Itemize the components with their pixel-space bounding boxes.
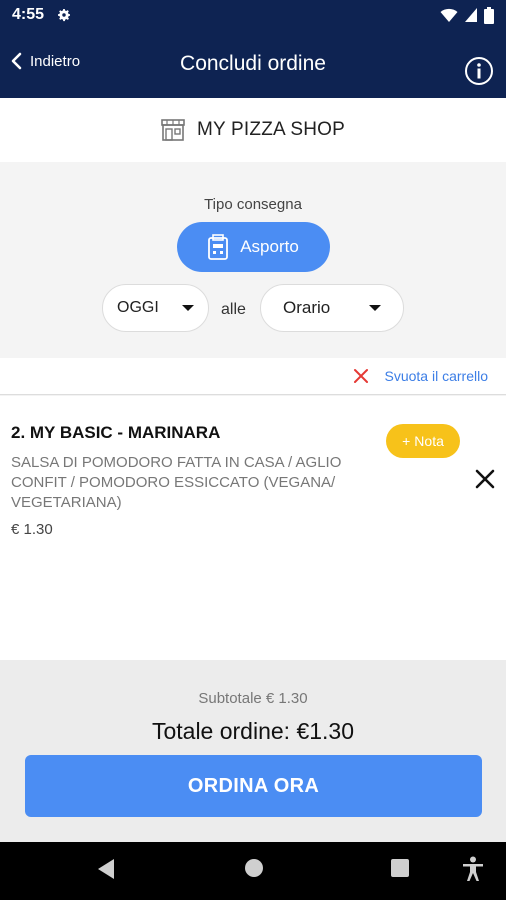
item-description: SALSA DI POMODORO FATTA IN CASA / AGLIO … <box>11 454 342 511</box>
status-time: 4:55 <box>12 6 45 23</box>
dropdown-caret-icon <box>369 305 381 311</box>
order-now-button[interactable]: ORDINA ORA <box>25 755 482 817</box>
status-bar: 4:55 <box>0 0 506 30</box>
page-title: Concludi ordine <box>180 52 326 75</box>
empty-cart-button[interactable]: Svuota il carrello <box>0 358 506 395</box>
takeaway-bag-icon <box>208 234 229 260</box>
dropdown-caret-icon <box>182 305 194 311</box>
order-summary: Subtotale € 1.30 Totale ordine: €1.30 OR… <box>0 660 506 842</box>
app-bar: Indietro Concludi ordine <box>0 30 506 98</box>
remove-item-icon[interactable] <box>474 468 496 490</box>
delivery-type-label: Tipo consegna <box>204 196 302 213</box>
add-note-label: Nota <box>414 433 444 449</box>
item-price: € 1.30 <box>11 521 53 538</box>
wifi-icon <box>440 8 458 22</box>
order-total: Totale ordine: €1.30 <box>151 718 355 744</box>
item-name: 2. MY BASIC - MARINARA <box>11 423 221 442</box>
time-connector-label: alle <box>221 301 246 318</box>
shop-name: MY PIZZA SHOP <box>197 119 345 140</box>
nav-back-icon[interactable] <box>96 858 116 880</box>
empty-cart-label: Svuota il carrello <box>384 368 489 384</box>
delivery-section: Tipo consegna Asporto OGGI alle Orario <box>0 162 506 358</box>
info-icon[interactable] <box>464 56 494 86</box>
store-icon <box>161 119 185 141</box>
time-select[interactable]: Orario <box>260 284 404 332</box>
time-select-value: Orario <box>283 298 331 317</box>
nav-home-icon[interactable] <box>244 858 264 878</box>
takeaway-button[interactable]: Asporto <box>177 222 330 272</box>
battery-icon <box>484 6 494 24</box>
accessibility-icon[interactable] <box>462 856 484 882</box>
subtotal-text: Subtotale € 1.30 <box>198 690 308 707</box>
system-nav-bar <box>0 842 506 900</box>
nav-recents-icon[interactable] <box>390 858 410 878</box>
clear-x-icon <box>353 369 368 383</box>
add-note-button[interactable]: + Nota <box>386 424 460 458</box>
status-icons <box>440 6 494 24</box>
day-select[interactable]: OGGI <box>102 284 209 332</box>
plus-icon: + <box>402 433 411 449</box>
day-select-value: OGGI <box>117 299 159 316</box>
takeaway-label: Asporto <box>240 237 299 256</box>
signal-icon <box>465 8 477 22</box>
settings-gear-icon <box>58 9 71 22</box>
cart-items: 2. MY BASIC - MARINARA SALSA DI POMODORO… <box>0 396 506 660</box>
shop-header: MY PIZZA SHOP <box>0 98 506 162</box>
